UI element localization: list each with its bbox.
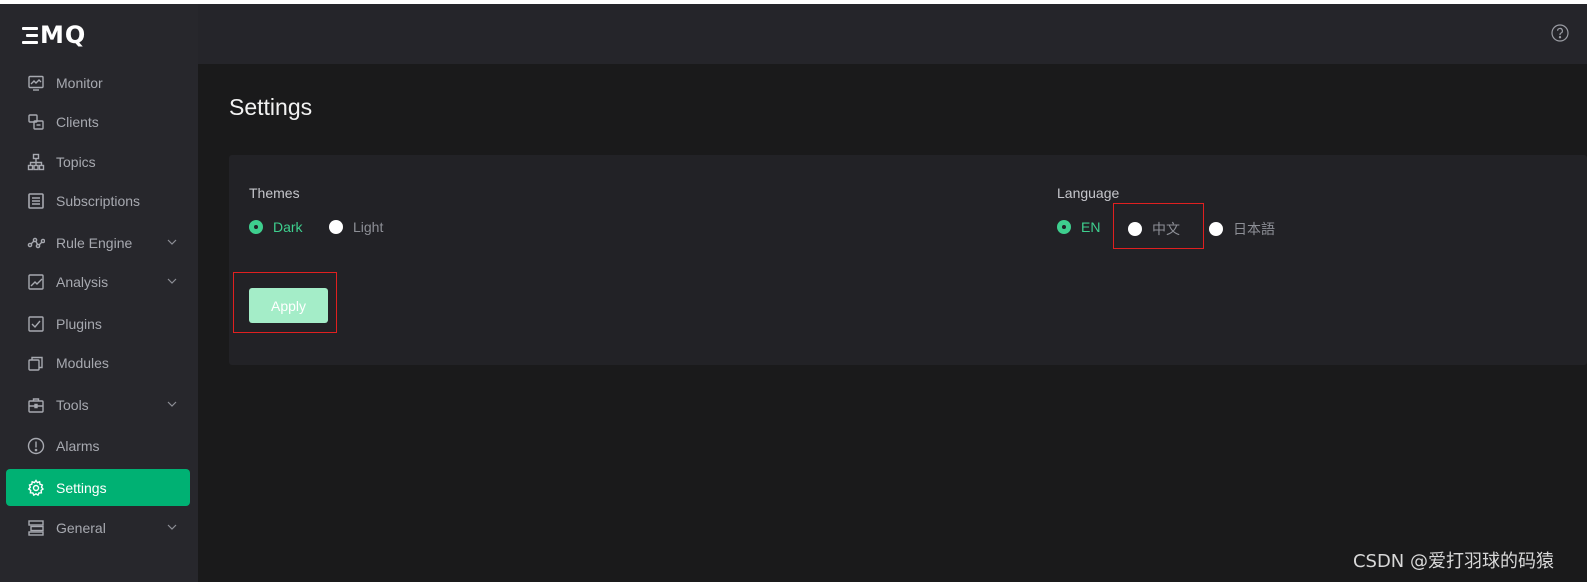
sidebar-item-label: Alarms <box>56 437 100 454</box>
sidebar: MQ Monitor Clients Topics Subscriptions … <box>0 4 198 582</box>
sidebar-item-topics[interactable]: Topics <box>6 143 190 180</box>
sidebar-item-label: Monitor <box>56 74 103 91</box>
subscriptions-icon <box>25 190 47 212</box>
radio-circle <box>329 220 343 234</box>
sidebar-item-label: Topics <box>56 153 96 170</box>
sidebar-item-label: Modules <box>56 354 109 371</box>
sidebar-item-label: Clients <box>56 113 99 130</box>
modules-icon <box>25 352 47 374</box>
sidebar-item-monitor[interactable]: Monitor <box>6 64 190 101</box>
sidebar-item-label: General <box>56 519 106 536</box>
sidebar-item-plugins[interactable]: Plugins <box>6 305 190 342</box>
sidebar-item-subscriptions[interactable]: Subscriptions <box>6 182 190 219</box>
help-icon[interactable] <box>1550 23 1570 43</box>
logo-mark <box>22 26 38 44</box>
sidebar-item-general[interactable]: General <box>6 509 190 546</box>
tools-icon <box>25 394 47 416</box>
app-window: MQ Monitor Clients Topics Subscriptions … <box>0 4 1587 582</box>
radio-label: 日本語 <box>1233 221 1275 237</box>
language-radio-ja[interactable]: 日本語 <box>1209 219 1275 239</box>
sidebar-item-label: Analysis <box>56 273 109 290</box>
sidebar-item-modules[interactable]: Modules <box>6 344 190 381</box>
monitor-icon <box>25 72 47 94</box>
settings-card <box>229 155 1587 365</box>
watermark-text: CSDN @爱打羽球的码猿 <box>1352 551 1554 572</box>
analysis-icon <box>25 271 47 293</box>
language-label: Language <box>1057 185 1120 201</box>
gear-icon <box>25 477 47 499</box>
sidebar-item-settings[interactable]: Settings <box>6 469 190 506</box>
sidebar-item-label: Rule Engine <box>56 234 133 251</box>
sidebar-item-label: Settings <box>56 479 107 496</box>
sidebar-item-rule-engine[interactable]: Rule Engine <box>6 224 190 261</box>
emq-logo[interactable]: MQ <box>22 21 87 49</box>
chevron-down-icon <box>167 401 177 407</box>
theme-radio-dark[interactable]: Dark <box>249 219 303 235</box>
highlight-box-language-zh <box>1113 203 1204 249</box>
radio-circle <box>249 220 263 234</box>
radio-circle <box>1209 222 1223 236</box>
themes-label: Themes <box>249 185 300 201</box>
radio-label: Dark <box>273 219 303 235</box>
logo-text: MQ <box>40 21 87 49</box>
sidebar-item-analysis[interactable]: Analysis <box>6 263 190 300</box>
chevron-down-icon <box>167 239 177 245</box>
top-header <box>198 4 1587 64</box>
theme-radio-light[interactable]: Light <box>329 219 383 235</box>
language-radio-en[interactable]: EN <box>1057 219 1100 235</box>
radio-label: EN <box>1081 219 1101 235</box>
rule-engine-icon <box>25 232 47 254</box>
sidebar-item-label: Plugins <box>56 315 102 332</box>
sidebar-item-clients[interactable]: Clients <box>6 103 190 140</box>
sidebar-item-label: Subscriptions <box>56 192 141 209</box>
alarms-icon <box>25 435 47 457</box>
radio-circle <box>1057 220 1071 234</box>
clients-icon <box>25 111 47 133</box>
radio-label: Light <box>353 219 384 235</box>
chevron-down-icon <box>167 524 177 530</box>
page-title: Settings <box>229 94 313 120</box>
chevron-down-icon <box>167 278 177 284</box>
sidebar-item-label: Tools <box>56 396 89 413</box>
sidebar-item-tools[interactable]: Tools <box>6 386 190 423</box>
plugins-icon <box>25 313 47 335</box>
general-icon <box>25 517 47 539</box>
topics-icon <box>25 151 47 173</box>
sidebar-item-alarms[interactable]: Alarms <box>6 427 190 464</box>
highlight-box-apply <box>233 272 337 333</box>
